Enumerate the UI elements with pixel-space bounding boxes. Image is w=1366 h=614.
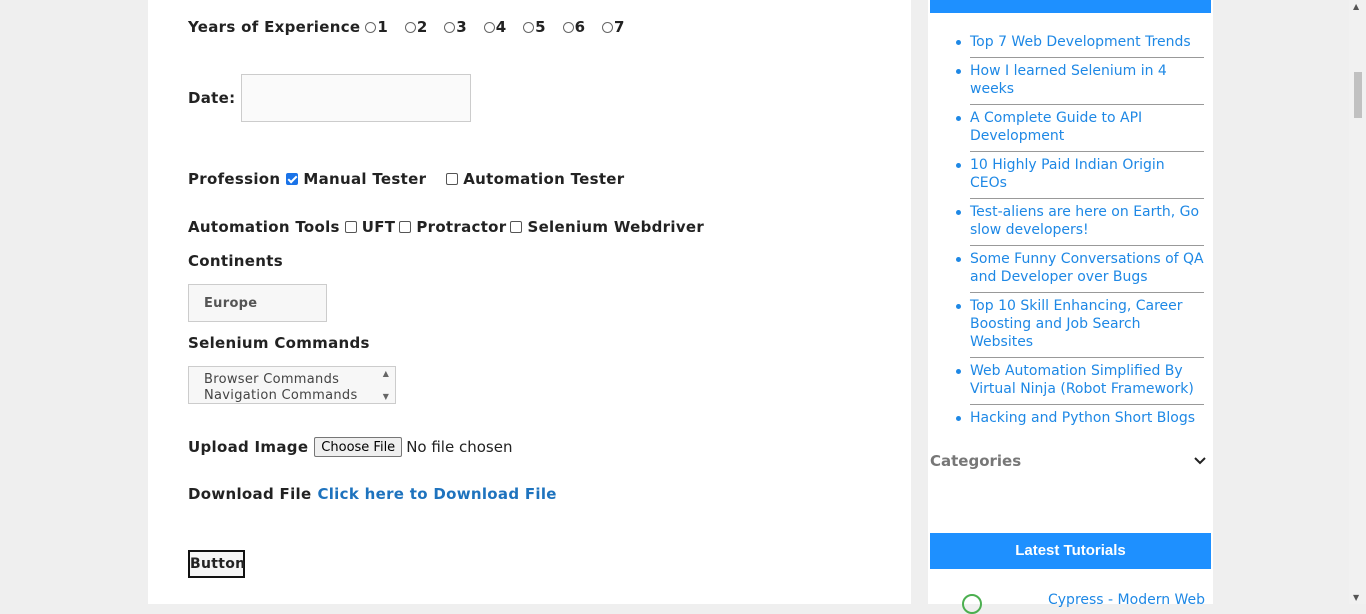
continents-select[interactable]: Europe [188,284,327,322]
tutorial-thumbnail-icon[interactable] [962,594,982,614]
file-status: No file chosen [406,438,513,456]
profession-manual-checkbox[interactable] [286,173,299,185]
tools-label: Automation Tools [188,218,340,236]
experience-option-5: 5 [535,18,546,36]
experience-radio-5[interactable] [523,21,535,33]
scroll-up-icon[interactable]: ▲ [383,369,389,378]
experience-radio-6[interactable] [562,21,574,33]
latest-tutorial-link[interactable]: Cypress - Modern Web [1048,592,1205,608]
profession-automation-label: Automation Tester [463,170,625,188]
tool-protractor-label: Protractor [416,218,507,236]
listbox-scrollbar[interactable]: ▲ ▼ [379,369,393,401]
selenium-commands-listbox[interactable]: Browser Commands Navigation Commands ▲ ▼ [188,366,396,404]
experience-radio-4[interactable] [483,21,495,33]
selenium-commands-label: Selenium Commands [188,334,370,352]
continents-row: Continents [188,252,283,270]
scroll-down-icon[interactable]: ▼ [383,392,389,401]
command-option-navigation[interactable]: Navigation Commands [189,388,395,403]
scroll-thumb[interactable] [1354,72,1362,118]
categories-title: Categories [930,452,1022,470]
experience-radio-3[interactable] [444,21,456,33]
tool-uft-label: UFT [361,218,396,236]
page-scrollbar[interactable]: ▲ ▼ [1349,0,1366,604]
experience-label: Years of Experience [188,18,361,36]
blogs-header-bar [930,0,1211,13]
profession-row: Profession Manual Tester Automation Test… [188,170,624,188]
date-row: Date: [188,74,472,122]
experience-option-6: 6 [574,18,585,36]
blog-link[interactable]: Top 10 Skill Enhancing, Career Boosting … [956,293,1204,358]
experience-radio-2[interactable] [404,21,416,33]
main-content: Years of Experience 1 2 3 4 5 6 7 Date: … [148,0,911,604]
experience-option-2: 2 [416,18,428,36]
tool-selenium-checkbox[interactable] [510,221,523,233]
scroll-down-arrow-icon[interactable]: ▼ [1353,593,1359,602]
categories-toggle[interactable]: Categories [930,452,1207,470]
tool-selenium-label: Selenium Webdriver [527,218,705,236]
generic-button[interactable]: Button [188,550,245,578]
tools-row: Automation Tools UFT Protractor Selenium… [188,218,704,236]
blog-link[interactable]: Some Funny Conversations of QA and Devel… [956,246,1204,293]
upload-row: Upload Image Choose File No file chosen [188,437,512,457]
download-label: Download File [188,485,312,503]
choose-file-button[interactable]: Choose File [314,437,403,457]
blog-link[interactable]: Web Automation Simplified By Virtual Nin… [956,358,1204,405]
experience-radio-1[interactable] [365,21,377,33]
experience-option-7: 7 [614,18,625,36]
blog-link[interactable]: Test-aliens are here on Earth, Go slow d… [956,199,1204,246]
upload-label: Upload Image [188,438,309,456]
profession-automation-checkbox[interactable] [446,173,459,185]
profession-manual-label: Manual Tester [303,170,427,188]
download-link[interactable]: Click here to Download File [317,485,556,503]
experience-option-3: 3 [456,18,467,36]
command-option-browser[interactable]: Browser Commands [189,372,395,388]
sidebar: Top 7 Web Development Trends How I learn… [928,0,1213,614]
continents-label: Continents [188,252,283,270]
tool-uft-checkbox[interactable] [344,221,357,233]
scroll-up-arrow-icon[interactable]: ▲ [1353,2,1359,11]
experience-option-1: 1 [377,18,388,36]
selenium-commands-row: Selenium Commands [188,334,370,352]
blog-link[interactable]: Hacking and Python Short Blogs [956,405,1204,433]
blog-link[interactable]: 10 Highly Paid Indian Origin CEOs [956,152,1204,199]
tool-protractor-checkbox[interactable] [399,221,412,233]
latest-tutorials-header: Latest Tutorials [930,533,1211,569]
experience-radio-7[interactable] [602,21,613,33]
blog-link[interactable]: How I learned Selenium in 4 weeks [956,58,1204,105]
experience-row: Years of Experience 1 2 3 4 5 6 7 [188,18,641,36]
blog-link[interactable]: Top 7 Web Development Trends [956,29,1204,58]
date-input[interactable] [241,74,472,122]
date-label: Date: [188,89,236,107]
blog-list: Top 7 Web Development Trends How I learn… [956,29,1204,433]
profession-label: Profession [188,170,281,188]
experience-option-4: 4 [495,18,507,36]
blog-link[interactable]: A Complete Guide to API Development [956,105,1204,152]
chevron-down-icon[interactable] [1193,454,1207,468]
download-row: Download File Click here to Download Fil… [188,485,557,503]
